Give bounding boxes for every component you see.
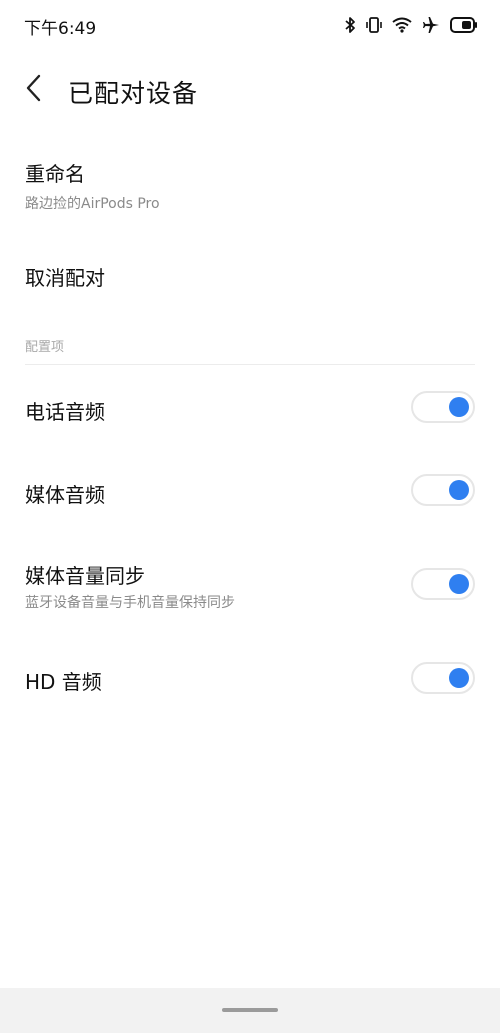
hd-audio-toggle[interactable]: [411, 662, 475, 694]
nav-bar: 已配对设备: [0, 60, 500, 120]
setting-row-media-audio: 媒体音频: [0, 461, 500, 521]
rename-row[interactable]: 重命名 路边捡的AirPods Pro: [0, 150, 500, 220]
setting-title: 电话音频: [25, 400, 105, 424]
setting-row-hd-audio: HD 音频: [0, 648, 500, 708]
airplane-icon: [422, 16, 440, 34]
toggle-knob: [449, 574, 469, 594]
status-bar: 下午6:49: [0, 0, 500, 50]
setting-row-phone-audio: 电话音频: [0, 378, 500, 438]
divider: [25, 364, 475, 365]
unpair-title: 取消配对: [25, 266, 105, 290]
back-button[interactable]: [14, 70, 54, 110]
setting-row-volume-sync: 媒体音量同步 蓝牙设备音量与手机音量保持同步: [0, 548, 500, 620]
chevron-left-icon: [25, 74, 43, 106]
bottom-navigation-bar: [0, 988, 500, 1033]
volume-sync-toggle[interactable]: [411, 568, 475, 600]
setting-title: 媒体音频: [25, 483, 105, 507]
setting-subtitle: 蓝牙设备音量与手机音量保持同步: [25, 595, 235, 611]
status-time: 下午6:49: [24, 19, 97, 39]
unpair-row[interactable]: 取消配对: [0, 250, 500, 300]
page-title: 已配对设备: [68, 79, 199, 108]
media-audio-toggle[interactable]: [411, 474, 475, 506]
section-header: 配置项: [25, 340, 65, 355]
home-indicator[interactable]: [222, 1008, 278, 1012]
toggle-knob: [449, 480, 469, 500]
setting-title: HD 音频: [25, 670, 102, 694]
battery-icon: [450, 17, 478, 33]
status-icons: [344, 14, 478, 36]
toggle-knob: [449, 668, 469, 688]
setting-title: 媒体音量同步: [25, 564, 145, 588]
phone-audio-toggle[interactable]: [411, 391, 475, 423]
bluetooth-icon: [344, 16, 356, 34]
rename-title: 重命名: [25, 162, 85, 186]
vibrate-icon: [366, 16, 382, 34]
device-name: 路边捡的AirPods Pro: [25, 196, 160, 212]
wifi-icon: [392, 17, 412, 33]
toggle-knob: [449, 397, 469, 417]
